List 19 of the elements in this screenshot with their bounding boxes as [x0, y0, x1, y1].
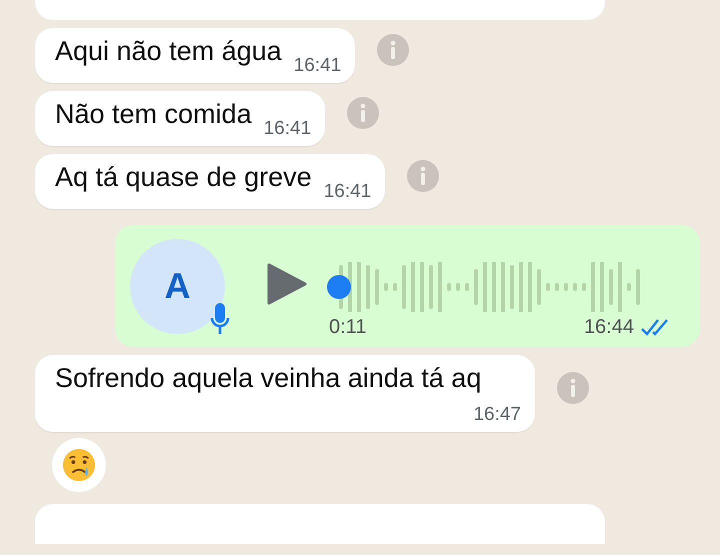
progress-handle[interactable] — [327, 274, 351, 298]
message-time: 16:47 — [473, 404, 521, 426]
info-icon[interactable] — [407, 160, 440, 192]
message-text: Aqui não tem água — [55, 36, 282, 68]
message-time: 16:41 — [264, 118, 312, 140]
info-icon[interactable] — [557, 372, 589, 404]
message-text: Sofrendo aquela veinha ainda tá aq — [55, 363, 482, 395]
play-icon[interactable] — [267, 262, 307, 306]
info-icon[interactable] — [347, 96, 380, 128]
message-time: 16:41 — [324, 181, 372, 203]
sad-face-icon — [62, 448, 96, 482]
duration-text: 0:11 — [329, 316, 366, 338]
microphone-icon — [210, 303, 230, 335]
message-text: Aq tá quase de greve — [55, 162, 312, 194]
message-time: 16:44 — [584, 316, 634, 338]
message-time: 16:41 — [294, 55, 342, 77]
message-text: Não tem comida — [55, 99, 252, 131]
avatar: A — [130, 238, 225, 334]
info-icon[interactable] — [377, 34, 410, 66]
